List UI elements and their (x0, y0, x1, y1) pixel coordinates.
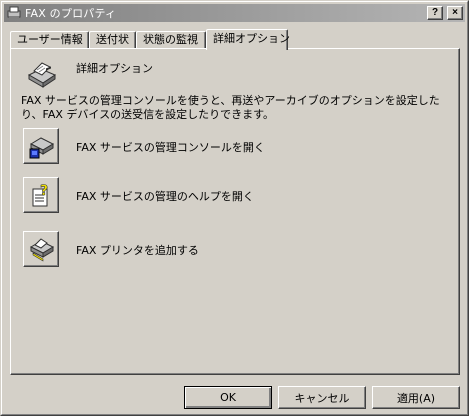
add-fax-printer-button[interactable] (23, 231, 59, 267)
help-document-icon: ? (32, 183, 48, 207)
title-buttons: ? × (427, 6, 463, 20)
panel-description: FAX サービスの管理コンソールを使うと、再送やアーカイブのオプションを設定した… (21, 94, 440, 121)
open-fax-help-label[interactable]: FAX サービスの管理のヘルプを開く (76, 188, 254, 204)
properties-window: FAX のプロパティ ? × ユーザー情報 送付状 状態の監視 詳細オプション … (0, 0, 469, 416)
apply-button[interactable]: 適用(A) (372, 386, 460, 409)
tab-status-monitor[interactable]: 状態の監視 (136, 31, 206, 49)
tab-user-info[interactable]: ユーザー情報 (10, 31, 89, 49)
cancel-button[interactable]: キャンセル (278, 386, 366, 409)
title-bar[interactable]: FAX のプロパティ ? × (4, 4, 465, 22)
open-fax-help-button[interactable]: ? (23, 177, 59, 213)
tab-cover-page[interactable]: 送付状 (89, 31, 136, 49)
fax-app-icon (7, 6, 21, 19)
open-fax-console-button[interactable] (23, 128, 59, 164)
tab-panel-advanced: 詳細オプション FAX サービスの管理コンソールを使うと、再送やアーカイブのオプ… (10, 48, 460, 375)
tab-advanced-options[interactable]: 詳細オプション (206, 29, 290, 50)
window-title: FAX のプロパティ (25, 7, 117, 20)
add-fax-printer-label[interactable]: FAX プリンタを追加する (76, 242, 199, 258)
help-title-button[interactable]: ? (427, 6, 443, 20)
fax-machine-icon (27, 62, 57, 88)
open-fax-console-label[interactable]: FAX サービスの管理コンソールを開く (76, 139, 265, 155)
svg-text:?: ? (40, 183, 48, 199)
ok-button[interactable]: OK (184, 386, 272, 409)
fax-console-icon (29, 137, 55, 159)
close-title-button[interactable]: × (447, 6, 463, 20)
add-fax-printer-icon (29, 238, 55, 262)
panel-title: 詳細オプション (76, 62, 153, 75)
